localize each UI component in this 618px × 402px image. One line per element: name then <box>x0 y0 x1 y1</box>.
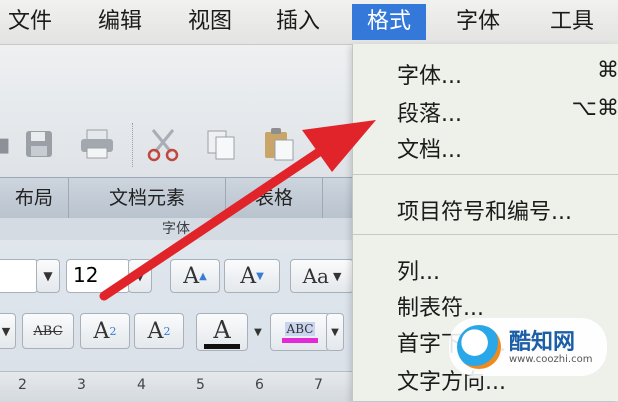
annotation-arrow-icon <box>99 120 376 301</box>
